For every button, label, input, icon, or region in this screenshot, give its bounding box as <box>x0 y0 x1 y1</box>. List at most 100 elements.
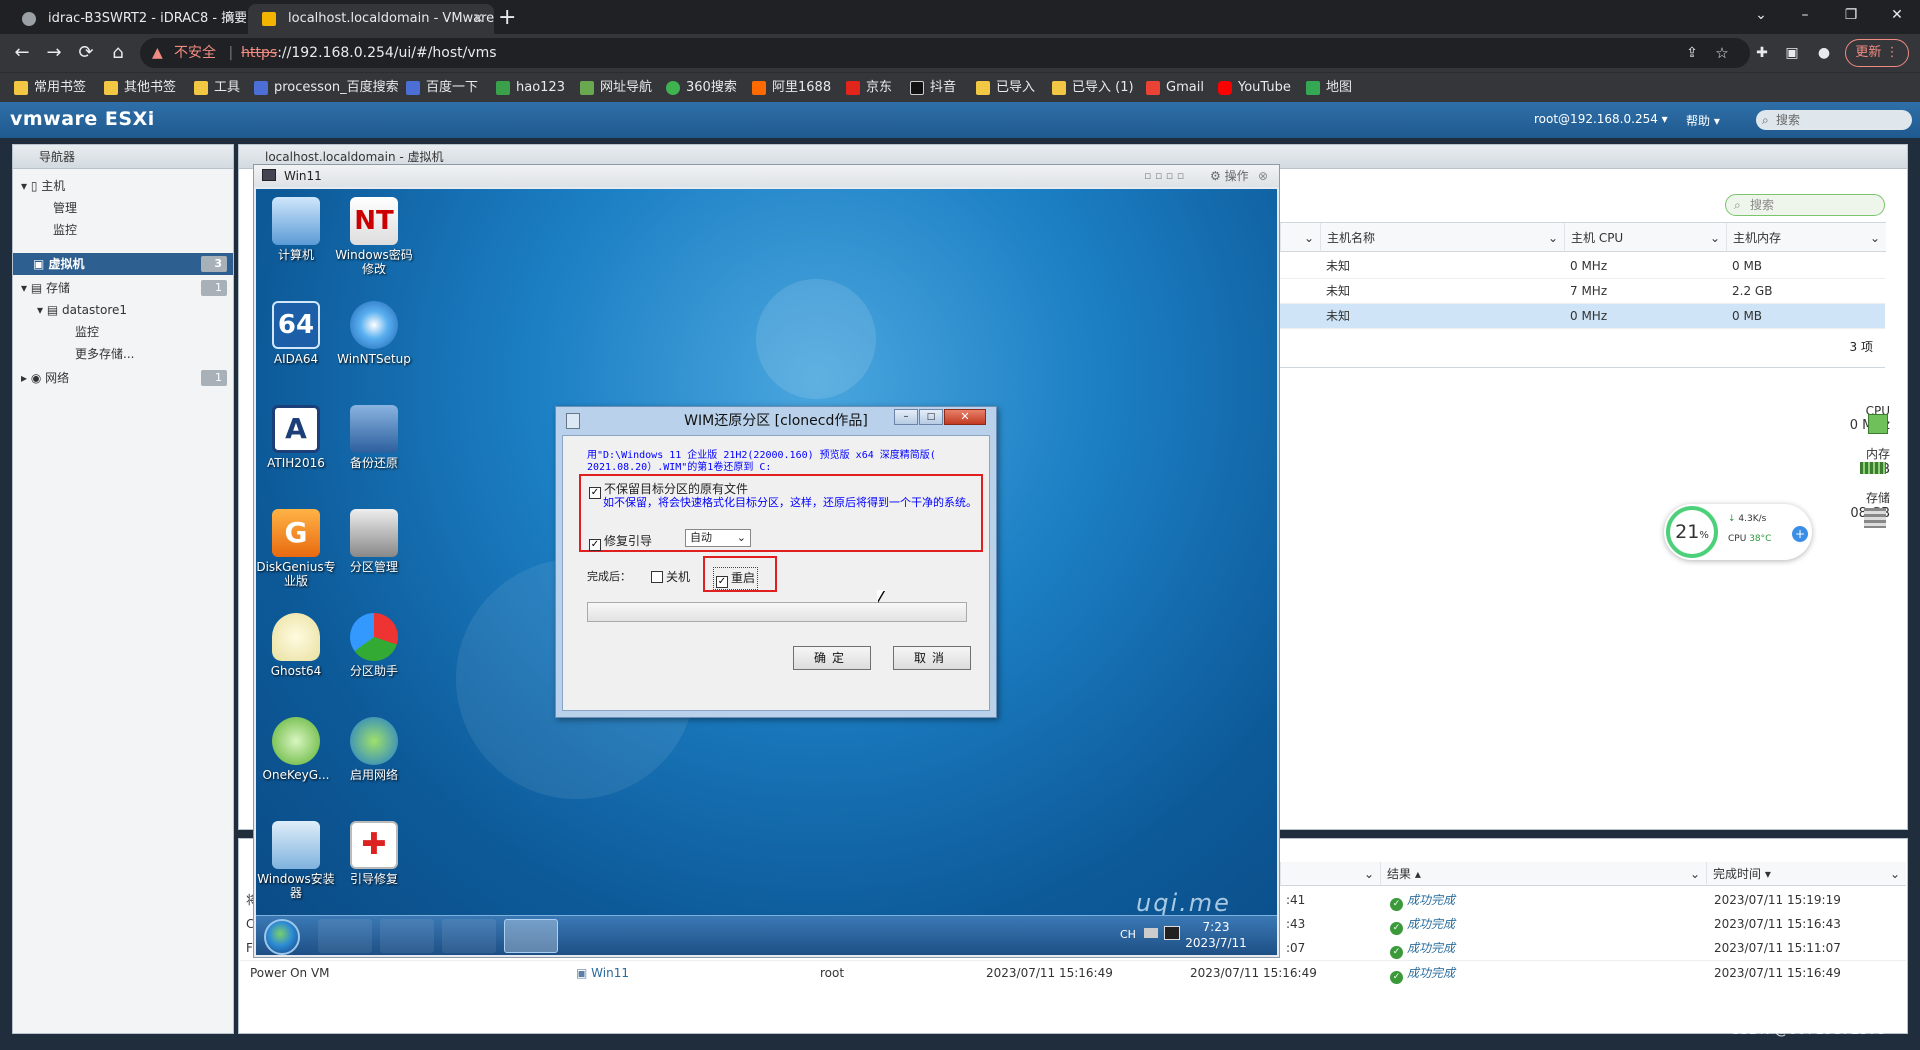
minimize-button[interactable]: – <box>1782 0 1828 30</box>
taskbar-app-search[interactable] <box>380 919 434 953</box>
bookmark-item[interactable]: 工具 <box>194 79 240 97</box>
desktop-icon-backup[interactable]: 备份还原 <box>334 405 414 470</box>
table-row[interactable]: 未知 0 MHz 0 MB <box>1280 254 1885 279</box>
column-header-host-cpu[interactable]: 主机 CPU ⌄ <box>1564 222 1726 252</box>
update-button[interactable]: 更新 ⋮ <box>1845 39 1909 67</box>
nav-item-manage[interactable]: 管理 <box>13 197 233 219</box>
home-button[interactable]: ⌂ <box>106 41 130 65</box>
column-header-started[interactable]: ⌄ <box>1280 862 1380 886</box>
desktop-icon-partition-assistant[interactable]: 分区助手 <box>334 613 414 678</box>
bookmark-item[interactable]: 百度一下 <box>406 79 478 97</box>
close-tab-icon[interactable]: ✕ <box>472 4 484 34</box>
share-icon[interactable]: ⇪ <box>1680 41 1704 65</box>
desktop-icon-ghost[interactable]: Ghost64 <box>256 613 336 678</box>
bookmark-item[interactable]: 地图 <box>1306 79 1352 97</box>
desktop-icon-network[interactable]: 启用网络 <box>334 717 414 782</box>
profile-icon[interactable]: ● <box>1812 41 1836 65</box>
nav-item-datastore1[interactable]: ▾ ▤ datastore1 <box>13 299 233 321</box>
actions-menu[interactable]: ⚙ 操作 <box>1210 165 1249 187</box>
column-header-hostname[interactable]: 主机名称 ⌄ <box>1320 222 1564 252</box>
restart-checkbox[interactable]: ✓ 重启 <box>713 567 759 590</box>
boot-mode-select[interactable]: 自动 ⌄ <box>685 529 751 547</box>
desktop-icon-bootfix[interactable]: ✚ 引导修复 <box>334 821 414 886</box>
fix-boot-checkbox[interactable]: ✓ 修复引导 <box>589 532 652 551</box>
start-button[interactable] <box>264 919 300 955</box>
bookmark-item[interactable]: 已导入 (1) <box>1052 79 1134 97</box>
desktop-icon-aida64[interactable]: 64 AIDA64 <box>256 301 336 366</box>
shutdown-checkbox[interactable]: 关机 <box>651 568 690 585</box>
bookmark-item[interactable]: processon_百度搜索 <box>254 79 399 97</box>
close-button[interactable]: ✕ <box>944 409 986 425</box>
desktop-icon-partition[interactable]: 分区管理 <box>334 509 414 574</box>
column-header-collapsed[interactable]: ⌄ <box>1280 222 1320 252</box>
esxi-search-input[interactable]: ⌕ 搜索 <box>1756 110 1912 130</box>
desktop-icon-winntsetup[interactable]: WinNTSetup <box>334 301 414 366</box>
table-row[interactable]: Power On VM ▣ Win11 root 2023/07/11 15:1… <box>240 960 1906 984</box>
nav-item-label: 监控 <box>53 223 78 237</box>
column-header-result[interactable]: 结果 ▴ ⌄ <box>1380 862 1706 886</box>
bookmark-star-icon[interactable]: ☆ <box>1710 41 1734 65</box>
extensions-icon[interactable]: ✚ <box>1750 41 1774 65</box>
desktop-icon-password[interactable]: NT Windows密码修改 <box>334 197 414 276</box>
bookmark-item[interactable]: 360搜索 <box>666 79 737 97</box>
bookmark-item[interactable]: Gmail <box>1146 79 1204 97</box>
minimize-button[interactable]: – <box>894 409 918 425</box>
column-header-completed[interactable]: 完成时间 ▾ ⌄ <box>1706 862 1906 886</box>
desktop-icon-atih[interactable]: A ATIH2016 <box>256 405 336 470</box>
cancel-button[interactable]: 取消 <box>893 646 971 670</box>
address-bar[interactable]: ▲ 不安全 | https://192.168.0.254/ui/#/host/v… <box>140 38 1750 68</box>
taskbar-app-wim-restore[interactable] <box>504 919 558 953</box>
back-button[interactable]: ← <box>10 41 34 65</box>
new-tab-button[interactable]: + <box>498 4 516 32</box>
target-link[interactable]: Win11 <box>591 966 629 980</box>
task-target-cell[interactable]: ▣ Win11 <box>570 961 629 985</box>
table-row[interactable]: 未知 7 MHz 2.2 GB <box>1280 279 1885 304</box>
nav-item-network[interactable]: ▸ ◉ 网络 1 <box>13 367 233 389</box>
success-check-icon: ✓ <box>1390 971 1403 984</box>
console-controls[interactable]: ▫ ▫ ▫ ▫ <box>1144 165 1184 187</box>
vm-search-input[interactable]: ⌕ 搜索 <box>1725 194 1885 216</box>
forward-button[interactable]: → <box>42 41 66 65</box>
maximize-button[interactable]: ❐ <box>1828 0 1874 30</box>
bookmark-item[interactable]: 网址导航 <box>580 79 652 97</box>
system-clock[interactable]: 7:23 2023/7/11 <box>1176 919 1256 951</box>
add-icon[interactable]: + <box>1792 526 1808 542</box>
table-row-selected[interactable]: 未知 0 MHz 0 MB <box>1280 304 1885 329</box>
close-tab-icon[interactable]: ✕ <box>224 4 236 34</box>
user-menu[interactable]: root@192.168.0.254 ▾ <box>1534 112 1668 126</box>
bookmark-item[interactable]: 其他书签 <box>104 79 176 97</box>
maximize-button[interactable]: □ <box>919 409 943 425</box>
sidebar-icon[interactable]: ▣ <box>1780 41 1804 65</box>
bookmark-item[interactable]: 抖音 <box>910 79 956 97</box>
nav-item-host[interactable]: ▾ ▯ 主机 <box>13 175 233 197</box>
desktop-icon-diskgenius[interactable]: G DiskGenius专业版 <box>256 509 336 588</box>
nav-item-ds-monitor[interactable]: 监控 <box>13 321 233 343</box>
bookmark-item[interactable]: 京东 <box>846 79 892 97</box>
column-header-host-memory[interactable]: 主机内存 ⌄ <box>1726 222 1886 252</box>
bookmark-item[interactable]: 常用书签 <box>14 79 86 97</box>
reload-button[interactable]: ⟳ <box>74 41 98 65</box>
close-icon[interactable]: ⊗ <box>1258 165 1268 187</box>
keyboard-icon[interactable] <box>1144 928 1158 938</box>
tab-idrac[interactable]: idrac-B3SWRT2 - iDRAC8 - 摘要 ✕ <box>8 4 246 34</box>
desktop-icon-installer[interactable]: Windows安装器 <box>256 821 336 900</box>
taskbar-app-tools[interactable] <box>318 919 372 953</box>
bookmark-item[interactable]: 已导入 <box>976 79 1035 97</box>
nav-item-vms[interactable]: ▣ 虚拟机 3 <box>13 253 233 275</box>
close-window-button[interactable]: ✕ <box>1874 0 1920 30</box>
ok-button[interactable]: 确定 <box>793 646 871 670</box>
taskbar-app-notes[interactable] <box>442 919 496 953</box>
tab-esxi[interactable]: localhost.localdomain - VMware ESXi✕ <box>248 4 494 34</box>
ime-indicator[interactable]: CH <box>1120 928 1136 941</box>
help-menu[interactable]: 帮助 ▾ <box>1686 112 1720 129</box>
desktop-icon-computer[interactable]: 计算机 <box>256 197 336 262</box>
bookmark-item[interactable]: hao123 <box>496 79 565 97</box>
tab-search-icon[interactable]: ⌄ <box>1738 0 1784 30</box>
nav-item-more-storage[interactable]: 更多存储... <box>13 343 233 365</box>
speed-widget[interactable]: 21% ↓ 4.3K/s CPU 38°C + <box>1664 504 1812 560</box>
bookmark-item[interactable]: 阿里1688 <box>752 79 831 97</box>
desktop-icon-onekeyghost[interactable]: OneKeyG... <box>256 717 336 782</box>
nav-item-monitor[interactable]: 监控 <box>13 219 233 241</box>
bookmark-item[interactable]: YouTube <box>1218 79 1291 97</box>
nav-item-storage[interactable]: ▾ ▤ 存储 1 <box>13 277 233 299</box>
